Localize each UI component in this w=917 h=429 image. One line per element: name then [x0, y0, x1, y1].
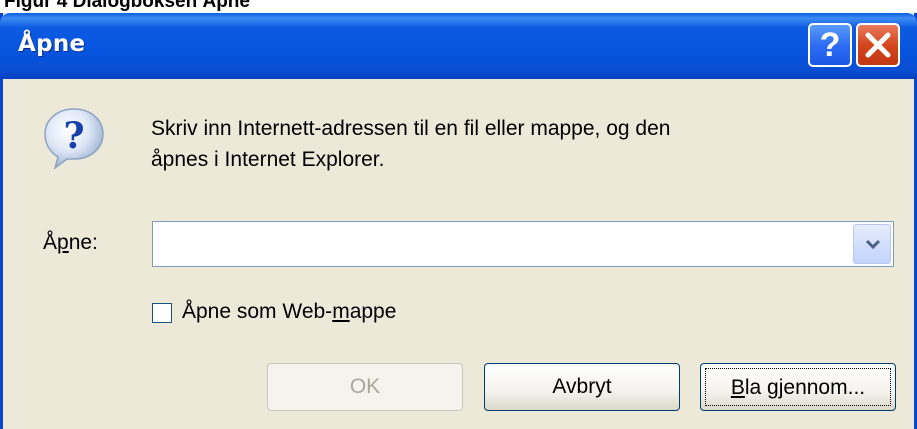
- dialog-message: Skriv inn Internett-adressen til en fil …: [151, 113, 871, 175]
- web-folder-checkbox[interactable]: [152, 303, 172, 323]
- web-folder-label[interactable]: Åpne som Web-mappe: [182, 300, 396, 324]
- web-folder-label-suffix: appe: [349, 300, 397, 323]
- open-dialog: Åpne ? ? Skriv inn Internett-adressen ti…: [0, 13, 917, 429]
- web-folder-label-mnemonic: m: [332, 300, 350, 323]
- help-button[interactable]: ?: [808, 23, 852, 67]
- close-icon: [865, 32, 891, 58]
- web-folder-label-prefix: Åpne som Web-: [182, 300, 333, 323]
- browse-label: la gjennom...: [744, 376, 866, 399]
- cancel-button[interactable]: Avbryt: [484, 363, 680, 411]
- address-dropdown-button[interactable]: [853, 224, 891, 264]
- browse-button[interactable]: Bla gjennom...: [700, 363, 896, 411]
- open-label-suffix: ne:: [68, 231, 98, 254]
- browse-button-focus: Bla gjennom...: [705, 368, 891, 406]
- address-combobox[interactable]: [152, 221, 894, 267]
- question-icon: ?: [44, 108, 104, 170]
- message-line-1: Skriv inn Internett-adressen til en fil …: [151, 117, 671, 140]
- title-bar[interactable]: Åpne ?: [0, 13, 917, 79]
- browse-mnemonic: B: [730, 376, 745, 399]
- figure-caption: Figur 4 Dialogboksen Åpne: [4, 0, 250, 12]
- address-input[interactable]: [157, 226, 851, 264]
- svg-text:?: ?: [63, 115, 84, 157]
- ok-button[interactable]: OK: [267, 363, 463, 411]
- help-icon: ?: [819, 26, 841, 64]
- close-button[interactable]: [856, 23, 900, 67]
- message-line-2: åpnes i Internet Explorer.: [151, 148, 385, 171]
- window-title: Åpne: [18, 31, 86, 57]
- open-label-mnemonic: p: [57, 231, 69, 254]
- open-label: Åpne:: [43, 231, 98, 255]
- open-label-prefix: Å: [43, 231, 58, 254]
- chevron-down-icon: [865, 239, 881, 250]
